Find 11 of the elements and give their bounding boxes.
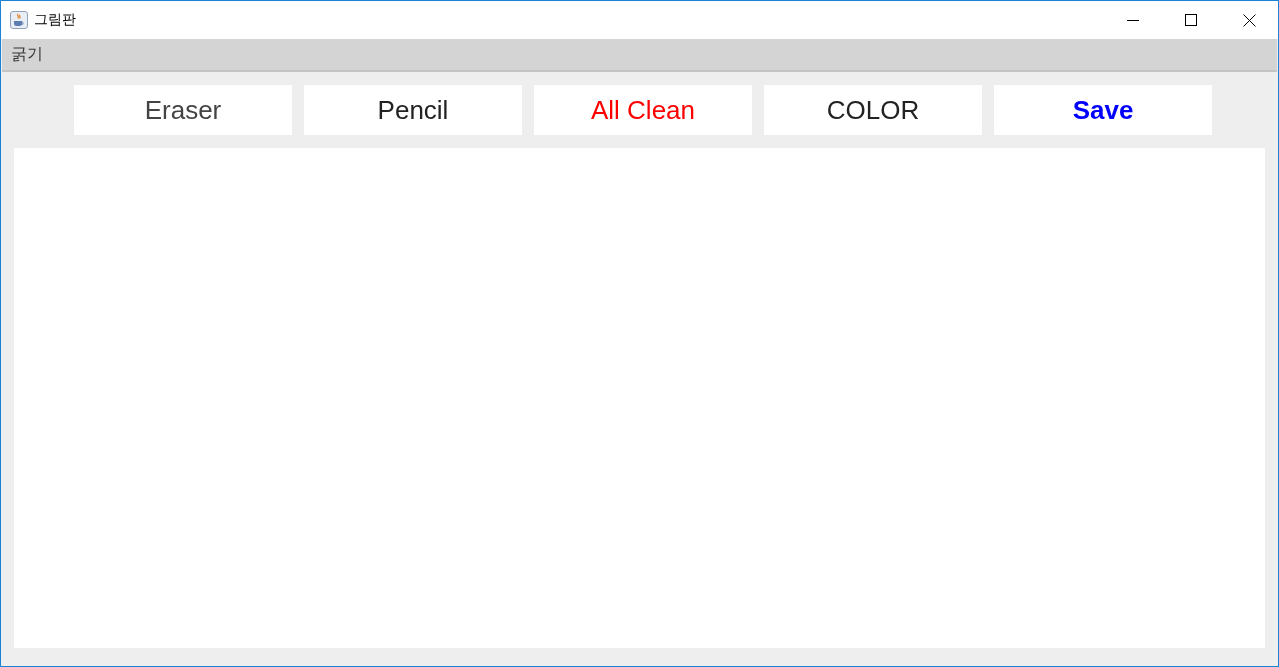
window-title: 그림판 <box>34 11 76 29</box>
tool-button[interactable]: Pencil <box>304 85 522 135</box>
tool-button[interactable]: Eraser <box>74 85 292 135</box>
tool-button[interactable]: Save <box>994 85 1212 135</box>
app-icon <box>10 11 28 29</box>
tool-button[interactable]: All Clean <box>534 85 752 135</box>
minimize-icon <box>1127 19 1139 21</box>
tool-button[interactable]: COLOR <box>764 85 982 135</box>
maximize-icon <box>1185 14 1197 26</box>
close-icon <box>1242 13 1256 27</box>
menu-item[interactable]: 굵기 <box>2 39 52 70</box>
